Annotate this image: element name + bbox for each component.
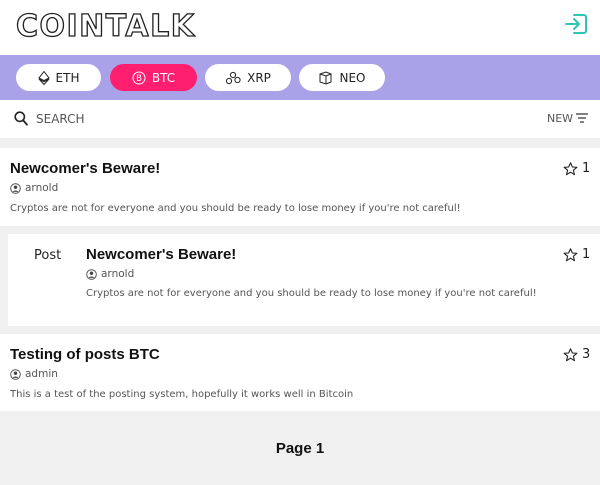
svg-text:B: B xyxy=(136,74,142,84)
post-body: Cryptos are not for everyone and you sho… xyxy=(10,203,461,214)
post-rating-count: 3 xyxy=(582,347,591,362)
neo-icon xyxy=(319,70,332,85)
ripple-icon xyxy=(225,71,241,84)
star-icon xyxy=(563,161,578,175)
post-tag: Post xyxy=(34,248,62,263)
coin-tab-btc[interactable]: B BTC xyxy=(110,64,197,91)
coin-tab-label: BTC xyxy=(151,70,176,85)
sort-icon[interactable] xyxy=(576,113,588,123)
coin-tab-label: XRP xyxy=(247,70,271,85)
post-author-name: arnold xyxy=(101,268,135,280)
search-input[interactable] xyxy=(36,109,336,129)
post-author: admin xyxy=(10,368,58,380)
post-rating[interactable]: 1 xyxy=(563,247,590,262)
pagination: Page 1 xyxy=(0,411,600,485)
post-author: arnold xyxy=(86,268,134,280)
page-indicator[interactable]: Page 1 xyxy=(276,440,324,457)
coin-tab-xrp[interactable]: XRP xyxy=(205,64,291,91)
coin-filter-bar: ETH B BTC XRP NEO xyxy=(0,55,600,100)
coin-tab-label: NEO xyxy=(339,70,366,85)
user-icon xyxy=(10,182,21,194)
post-card[interactable]: Testing of posts BTC admin This is a tes… xyxy=(0,334,600,411)
post-card[interactable]: Post Newcomer's Beware! arnold Cryptos a… xyxy=(8,234,600,326)
search-icon xyxy=(14,111,28,126)
post-title[interactable]: Testing of posts BTC xyxy=(10,346,160,363)
post-title[interactable]: Newcomer's Beware! xyxy=(10,160,160,177)
post-body: Cryptos are not for everyone and you sho… xyxy=(86,288,537,299)
sort-label[interactable]: NEW xyxy=(547,112,573,125)
star-icon xyxy=(563,247,578,261)
coin-tab-neo[interactable]: NEO xyxy=(299,64,385,91)
post-rating[interactable]: 3 xyxy=(563,347,590,362)
post-card[interactable]: Newcomer's Beware! arnold Cryptos are no… xyxy=(0,148,600,226)
post-author-name: arnold xyxy=(25,182,59,194)
app-header: COINTALK xyxy=(0,0,600,55)
coin-tab-label: ETH xyxy=(55,70,80,85)
app-logo[interactable]: COINTALK xyxy=(16,5,216,45)
post-rating-count: 1 xyxy=(582,247,591,262)
coin-tab-eth[interactable]: ETH xyxy=(16,64,101,91)
post-rating[interactable]: 1 xyxy=(563,161,590,176)
bitcoin-icon: B xyxy=(132,71,146,84)
user-icon xyxy=(10,368,21,380)
user-icon xyxy=(86,268,97,280)
ethereum-icon xyxy=(37,70,50,85)
post-body: This is a test of the posting system, ho… xyxy=(10,389,354,400)
post-title[interactable]: Newcomer's Beware! xyxy=(86,246,236,263)
svg-text:COINTALK: COINTALK xyxy=(16,9,196,44)
star-icon xyxy=(563,347,578,361)
post-rating-count: 1 xyxy=(582,161,591,176)
post-author-name: admin xyxy=(25,368,58,380)
login-icon[interactable] xyxy=(562,10,590,38)
search-bar: NEW xyxy=(0,100,600,138)
post-author: arnold xyxy=(10,182,58,194)
